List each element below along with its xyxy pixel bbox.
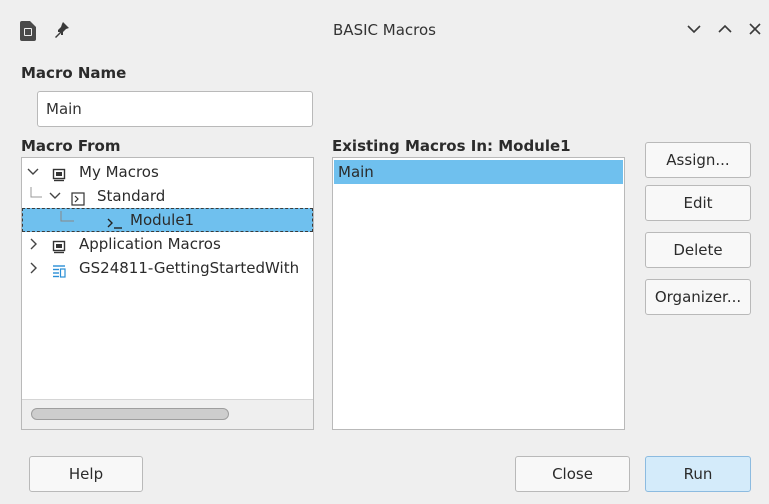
chevron-right-icon[interactable] [26, 256, 40, 287]
close-button[interactable]: Close [515, 456, 630, 492]
existing-macros-label: Existing Macros In: Module1 [332, 137, 571, 155]
tree-item-label: Standard [97, 187, 166, 205]
assign-button-label: Assign... [666, 151, 730, 169]
delete-button-label: Delete [673, 241, 723, 259]
maximize-icon[interactable] [715, 19, 735, 39]
delete-button[interactable]: Delete [645, 232, 751, 268]
window-title: BASIC Macros [333, 21, 436, 39]
tree-item-label: GS24811-GettingStartedWith [79, 259, 300, 277]
macro-name-label: Macro Name [21, 64, 127, 82]
tree-item-label: Application Macros [79, 235, 221, 253]
existing-macros-list[interactable]: Main [332, 157, 625, 430]
run-button[interactable]: Run [645, 456, 751, 492]
edit-button[interactable]: Edit [645, 185, 751, 221]
tree-item-label: My Macros [79, 163, 159, 181]
macro-from-label: Macro From [21, 137, 121, 155]
help-button[interactable]: Help [29, 456, 143, 492]
tree-item-module1[interactable]: Module1 [22, 208, 313, 232]
document-icon [52, 261, 66, 285]
run-button-label: Run [683, 465, 713, 483]
title-bar: BASIC Macros [0, 0, 769, 58]
tree-item-my-macros[interactable]: My Macros [22, 160, 313, 184]
close-button-label: Close [552, 465, 593, 483]
minimize-icon[interactable] [684, 19, 704, 39]
close-icon[interactable] [745, 19, 765, 39]
tree-item-label: Module1 [130, 211, 195, 229]
tree-item-standard[interactable]: Standard [22, 184, 313, 208]
organizer-button[interactable]: Organizer... [645, 279, 751, 315]
tree-item-document[interactable]: GS24811-GettingStartedWith [22, 256, 313, 280]
list-item-main[interactable]: Main [334, 160, 623, 184]
scrollbar-thumb[interactable] [31, 408, 229, 420]
macro-library-tree[interactable]: My Macros Standard Module1 Application M… [21, 157, 314, 430]
assign-button[interactable]: Assign... [645, 142, 751, 178]
help-button-label: Help [68, 465, 104, 483]
organizer-button-label: Organizer... [654, 288, 742, 306]
tree-item-application-macros[interactable]: Application Macros [22, 232, 313, 256]
horizontal-scrollbar[interactable] [22, 399, 313, 429]
macro-name-input[interactable]: Main [37, 91, 313, 127]
edit-button-label: Edit [683, 194, 713, 212]
